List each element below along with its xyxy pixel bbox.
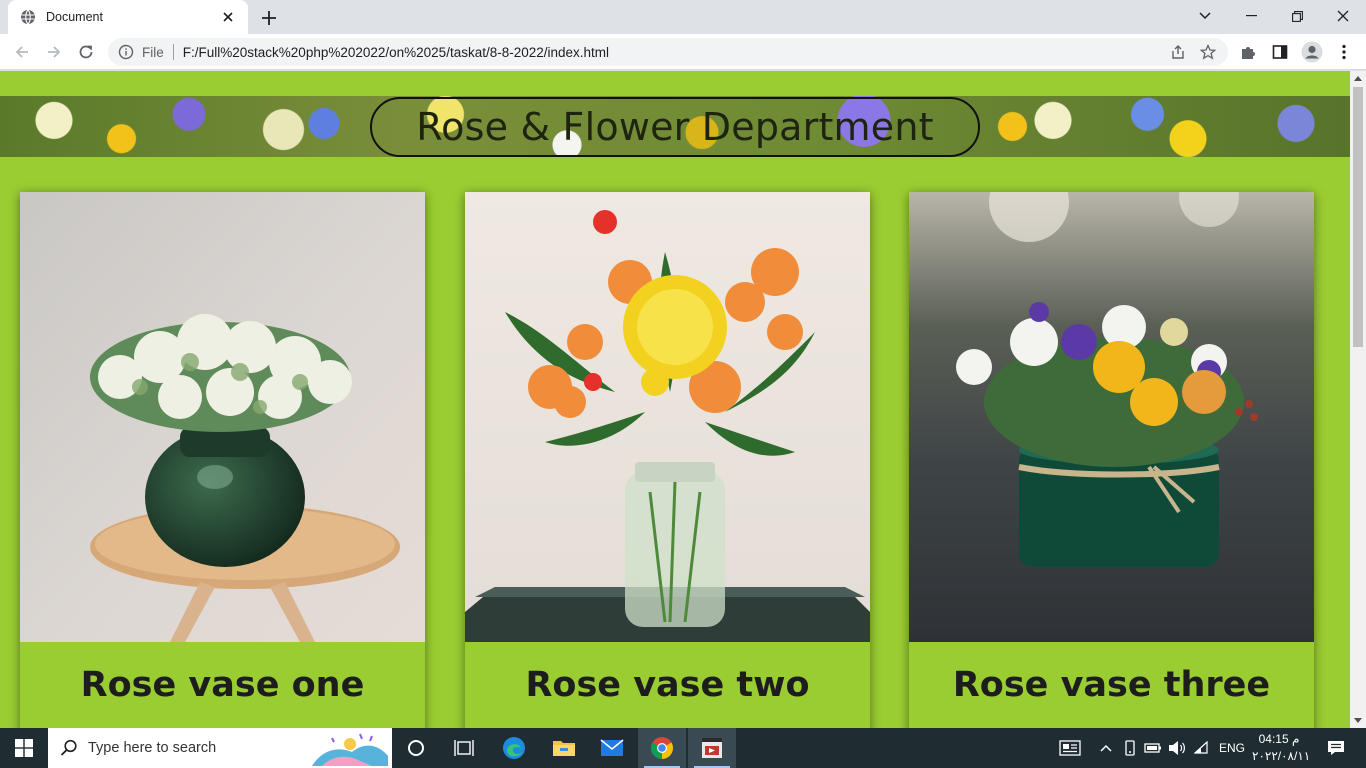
device-icon[interactable] — [1120, 728, 1140, 768]
restore-button[interactable] — [1274, 0, 1320, 32]
globe-icon — [21, 9, 35, 25]
file-explorer-icon[interactable] — [540, 728, 588, 768]
profile-avatar-icon[interactable] — [1300, 40, 1324, 64]
product-card-1[interactable]: Rose vase one — [20, 192, 425, 728]
side-panel-icon[interactable] — [1268, 40, 1292, 64]
product-title-2: Rose vase two — [525, 664, 810, 705]
url-text[interactable]: F:/Full%20stack%20php%202022/on%2025/tas… — [183, 45, 609, 60]
product-title-1: Rose vase one — [80, 664, 365, 705]
clock-date: ٢٠٢٢/٠٨/١١ — [1252, 749, 1311, 763]
browser-toolbar: File F:/Full%20stack%20php%202022/on%202… — [0, 34, 1366, 70]
tab-title: Document — [46, 10, 103, 24]
tab-search-chevron-icon[interactable] — [1182, 0, 1228, 32]
banner-title-frame: Rose & Flower Department — [370, 97, 980, 157]
close-tab-icon[interactable] — [220, 9, 236, 25]
news-widget-icon[interactable] — [1056, 728, 1084, 768]
back-button[interactable] — [8, 38, 36, 66]
new-tab-button[interactable] — [258, 7, 280, 29]
product-title-3: Rose vase three — [952, 664, 1271, 705]
windows-taskbar: Type here to search ENG 04:15 م ٢٠٢٢/٠٨/… — [0, 728, 1366, 768]
scrollbar-thumb[interactable] — [1353, 87, 1363, 347]
reload-button[interactable] — [72, 38, 100, 66]
minimize-button[interactable] — [1228, 0, 1274, 32]
product-image-3 — [909, 192, 1314, 642]
mail-icon[interactable] — [588, 728, 636, 768]
battery-icon[interactable] — [1142, 728, 1164, 768]
product-image-2 — [465, 192, 870, 642]
browser-tab[interactable]: Document — [8, 0, 248, 34]
edge-browser-icon[interactable] — [490, 728, 538, 768]
volume-icon[interactable] — [1166, 728, 1188, 768]
tab-strip: Document — [0, 0, 1366, 34]
taskbar-search-placeholder: Type here to search — [88, 740, 217, 756]
bookmark-star-icon[interactable] — [1199, 43, 1217, 64]
chrome-icon[interactable] — [638, 728, 686, 768]
taskbar-search-box[interactable]: Type here to search — [48, 728, 392, 768]
file-scheme-label: File — [142, 44, 164, 60]
search-highlight-illustration-icon — [312, 733, 388, 766]
search-icon — [60, 739, 77, 756]
site-info-icon[interactable] — [118, 44, 134, 60]
notifications-icon[interactable] — [1318, 728, 1354, 768]
language-label: ENG — [1218, 741, 1245, 755]
product-image-1 — [20, 192, 425, 642]
page-viewport: Rose & Flower Department Rose vase one R… — [0, 71, 1350, 728]
language-indicator[interactable]: ENG — [1216, 728, 1248, 768]
system-clock[interactable]: 04:15 م ٢٠٢٢/٠٨/١١ — [1252, 731, 1311, 765]
address-separator — [172, 44, 174, 60]
forward-button[interactable] — [40, 38, 68, 66]
product-card-2[interactable]: Rose vase two — [465, 192, 870, 728]
share-icon[interactable] — [1170, 44, 1186, 64]
page-title: Rose & Flower Department — [416, 105, 934, 149]
task-view-button[interactable] — [440, 728, 488, 768]
address-bar[interactable]: File F:/Full%20stack%20php%202022/on%202… — [108, 38, 1228, 66]
clock-time: 04:15 م — [1258, 732, 1300, 746]
windows-start-button[interactable] — [0, 728, 48, 768]
show-hidden-icons-chevron-icon[interactable] — [1096, 728, 1116, 768]
scroll-down-arrow-icon[interactable] — [1354, 718, 1362, 723]
scroll-up-arrow-icon[interactable] — [1354, 76, 1362, 81]
page-scrollbar[interactable] — [1350, 71, 1366, 728]
cortana-button[interactable] — [392, 728, 440, 768]
close-window-button[interactable] — [1320, 0, 1366, 32]
extensions-puzzle-icon[interactable] — [1236, 40, 1260, 64]
product-card-3[interactable]: Rose vase three — [909, 192, 1314, 728]
browser-menu-icon[interactable] — [1332, 40, 1356, 64]
media-app-icon[interactable] — [688, 728, 736, 768]
wifi-icon[interactable] — [1192, 728, 1214, 768]
